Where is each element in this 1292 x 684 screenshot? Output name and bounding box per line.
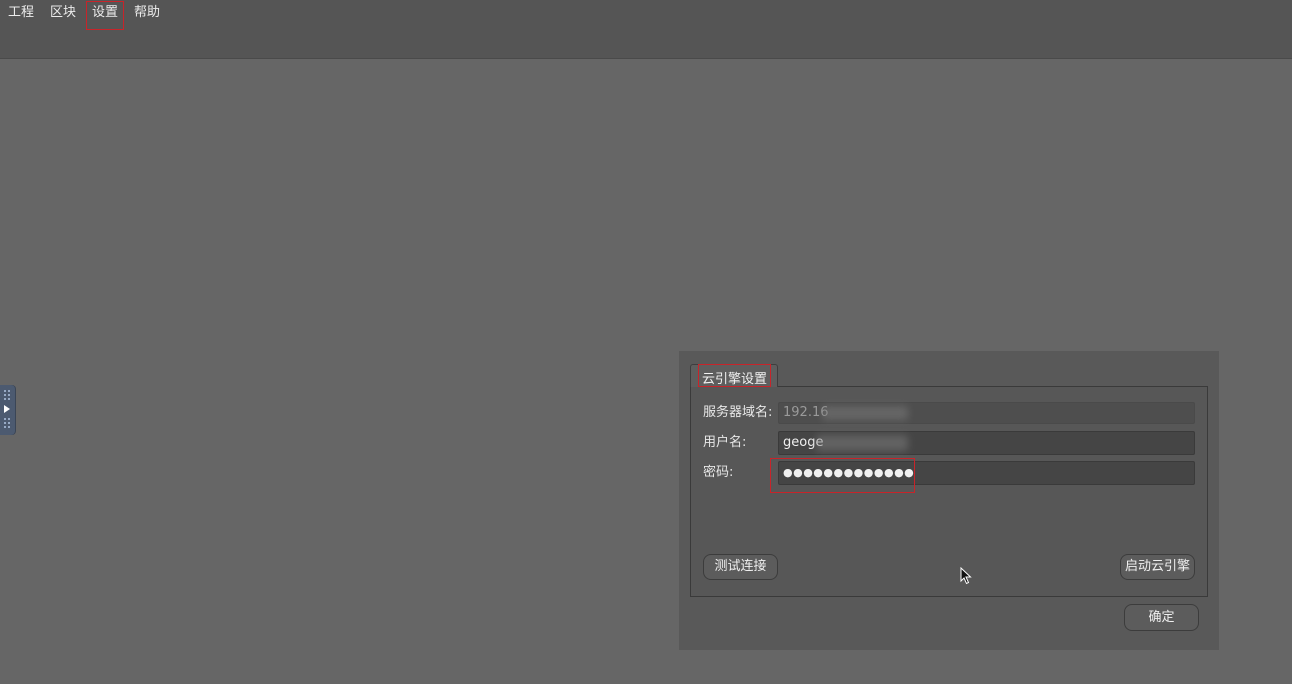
menu-project[interactable]: 工程 xyxy=(6,4,36,22)
tab-cloud-engine-label: 云引擎设置 xyxy=(702,372,768,387)
server-label: 服务器域名: xyxy=(703,405,773,420)
menu-bar: 工程 区块 设置 帮助 xyxy=(0,0,1292,59)
confirm-button[interactable]: 确定 xyxy=(1124,604,1199,631)
grip-dots-bottom xyxy=(3,417,11,429)
side-panel-toggle[interactable] xyxy=(0,385,15,435)
mouse-cursor-icon xyxy=(960,567,972,585)
password-input[interactable]: ●●●●●●●●●●●●● xyxy=(778,461,1195,485)
test-connection-button[interactable]: 测试连接 xyxy=(703,554,778,580)
expand-arrow-icon xyxy=(4,405,10,413)
password-label: 密码: xyxy=(703,465,734,480)
username-redaction xyxy=(816,435,908,451)
menu-settings[interactable]: 设置 xyxy=(90,4,120,22)
username-label: 用户名: xyxy=(703,435,747,450)
start-cloud-engine-button[interactable]: 启动云引擎 xyxy=(1120,554,1195,580)
server-redaction xyxy=(822,406,908,420)
menu-help[interactable]: 帮助 xyxy=(132,4,162,22)
grip-dots-top xyxy=(3,389,11,401)
tab-cloud-engine-settings[interactable]: 云引擎设置 xyxy=(690,364,778,387)
menu-block[interactable]: 区块 xyxy=(48,4,78,22)
